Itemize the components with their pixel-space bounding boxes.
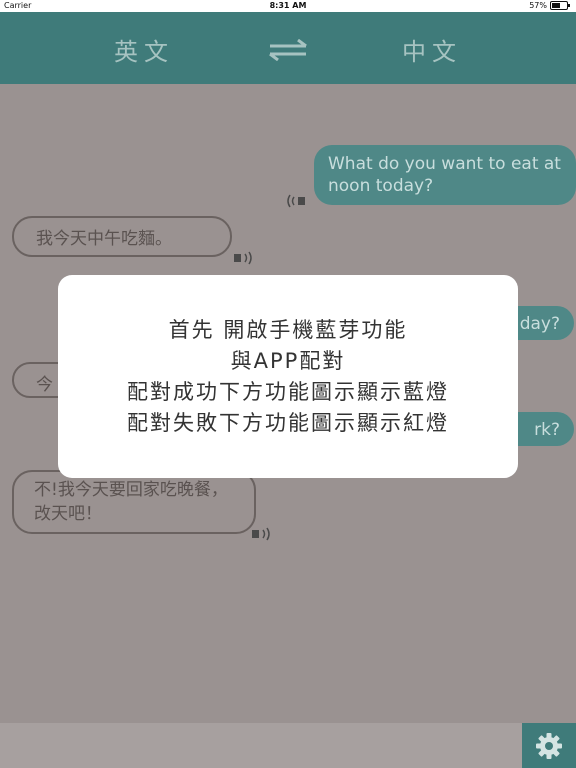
message-bubble-incoming[interactable]: 不!我今天要回家吃晚餐，改天吧！	[12, 470, 256, 534]
battery-status: 57%	[529, 1, 570, 10]
speaker-icon[interactable]	[285, 194, 307, 208]
settings-button[interactable]	[522, 723, 576, 768]
battery-percent: 57%	[529, 1, 547, 10]
status-bar: Carrier 8:31 AM 57%	[0, 0, 576, 12]
source-language-button[interactable]: 英文	[114, 32, 174, 67]
gear-icon	[536, 732, 562, 759]
battery-icon	[550, 1, 570, 10]
instruction-line: 配對失敗下方功能圖示顯示紅燈	[127, 410, 449, 435]
clock: 8:31 AM	[269, 1, 307, 10]
language-header: 英文 中文	[0, 12, 576, 84]
bottom-bar	[0, 723, 576, 768]
instruction-line: 配對成功下方功能圖示顯示藍燈	[127, 379, 449, 404]
swap-languages-icon[interactable]	[268, 39, 308, 61]
instruction-line: 與APP配對	[230, 348, 346, 373]
bluetooth-instructions-dialog[interactable]: 首先 開啟手機藍芽功能 與APP配對 配對成功下方功能圖示顯示藍燈 配對失敗下方…	[58, 275, 518, 478]
message-bubble-incoming[interactable]: 我今天中午吃麵。	[12, 216, 232, 257]
speaker-icon[interactable]	[232, 251, 254, 265]
instruction-line: 首先 開啟手機藍芽功能	[168, 317, 408, 342]
speaker-icon[interactable]	[250, 527, 272, 541]
target-language-button[interactable]: 中文	[402, 32, 462, 67]
message-bubble-outgoing[interactable]: What do you want to eat at noon today?	[314, 145, 576, 205]
